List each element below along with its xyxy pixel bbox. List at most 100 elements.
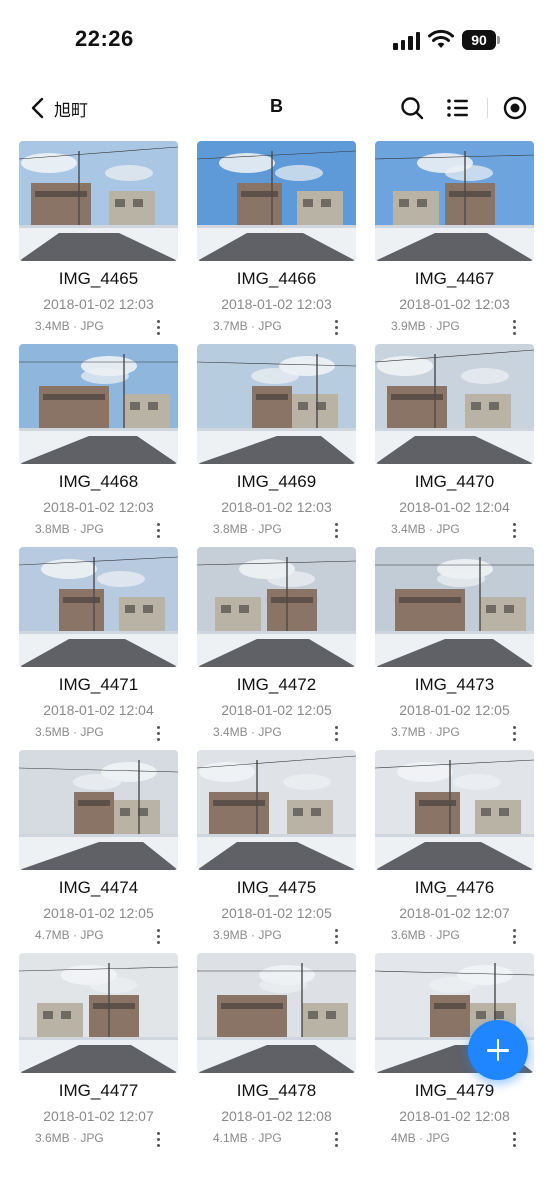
photo-item: IMG_4472 2018-01-02 12:05 3.4MB · JPG: [197, 547, 356, 750]
photo-name: IMG_4478: [236, 1081, 317, 1100]
list-view-button[interactable]: [444, 94, 472, 122]
search-icon: [401, 97, 424, 120]
photo-item: IMG_4471 2018-01-02 12:04 3.5MB · JPG: [19, 547, 178, 750]
photo-date: 2018-01-02 12:04: [43, 702, 154, 718]
photo-size: 3.4MB · JPG: [35, 319, 104, 333]
battery-icon: 90: [462, 30, 496, 50]
photo-date: 2018-01-02 12:04: [399, 499, 510, 515]
photo-date: 2018-01-02 12:05: [221, 905, 332, 921]
more-options-button[interactable]: [330, 521, 342, 539]
more-options-button[interactable]: [152, 724, 164, 742]
photo-meta-row: 3.4MB · JPG: [375, 521, 534, 539]
photo-thumbnail[interactable]: [375, 547, 534, 667]
photo-item: IMG_4477 2018-01-02 12:07 3.6MB · JPG: [19, 953, 178, 1156]
cellular-signal-icon: [393, 30, 420, 50]
photo-name: IMG_4474: [58, 878, 139, 897]
photo-size: 3.5MB · JPG: [35, 725, 104, 739]
photo-thumbnail[interactable]: [197, 547, 356, 667]
photo-thumbnail[interactable]: [197, 750, 356, 870]
photo-date: 2018-01-02 12:05: [399, 702, 510, 718]
chevron-left-icon: [31, 97, 44, 119]
photo-item: IMG_4467 2018-01-02 12:03 3.9MB · JPG: [375, 141, 534, 344]
back-button[interactable]: 旭町: [28, 94, 98, 122]
select-button[interactable]: [501, 94, 529, 122]
more-options-button[interactable]: [330, 318, 342, 336]
photo-date: 2018-01-02 12:03: [399, 296, 510, 312]
photo-item: IMG_4473 2018-01-02 12:05 3.7MB · JPG: [375, 547, 534, 750]
list-icon: [447, 99, 468, 117]
photo-name: IMG_4470: [414, 472, 495, 491]
photo-item: IMG_4475 2018-01-02 12:05 3.9MB · JPG: [197, 750, 356, 953]
photo-name: IMG_4469: [236, 472, 317, 491]
header-divider: [487, 98, 488, 118]
photo-thumbnail[interactable]: [197, 141, 356, 261]
photo-date: 2018-01-02 12:05: [43, 905, 154, 921]
photo-item: IMG_4478 2018-01-02 12:08 4.1MB · JPG: [197, 953, 356, 1156]
more-options-button[interactable]: [330, 927, 342, 945]
photo-date: 2018-01-02 12:03: [43, 499, 154, 515]
more-options-button[interactable]: [152, 318, 164, 336]
photo-meta-row: 3.8MB · JPG: [19, 521, 178, 539]
photo-name: IMG_4473: [414, 675, 495, 694]
photo-name: IMG_4476: [414, 878, 495, 897]
more-options-button[interactable]: [152, 927, 164, 945]
photo-grid: IMG_4465 2018-01-02 12:03 3.4MB · JPG IMG_4…: [19, 141, 534, 1156]
photo-meta-row: 3.7MB · JPG: [197, 318, 356, 336]
photo-name: IMG_4479: [414, 1081, 495, 1100]
photo-date: 2018-01-02 12:07: [43, 1108, 154, 1124]
photo-size: 4.1MB · JPG: [213, 1131, 282, 1145]
photo-size: 4MB · JPG: [391, 1131, 450, 1145]
photo-size: 3.9MB · JPG: [391, 319, 460, 333]
photo-thumbnail[interactable]: [375, 344, 534, 464]
photo-item: IMG_4469 2018-01-02 12:03 3.8MB · JPG: [197, 344, 356, 547]
battery-tip: [497, 36, 500, 44]
photo-item: IMG_4476 2018-01-02 12:07 3.6MB · JPG: [375, 750, 534, 953]
photo-meta-row: 3.4MB · JPG: [197, 724, 356, 742]
photo-date: 2018-01-02 12:03: [43, 296, 154, 312]
status-time: 22:26: [75, 26, 134, 51]
photo-name: IMG_4472: [236, 675, 317, 694]
more-options-button[interactable]: [330, 724, 342, 742]
photo-meta-row: 3.6MB · JPG: [375, 927, 534, 945]
photo-name: IMG_4475: [236, 878, 317, 897]
photo-thumbnail[interactable]: [197, 953, 356, 1073]
battery-level: 90: [471, 32, 487, 48]
more-options-button[interactable]: [152, 1130, 164, 1148]
more-options-button[interactable]: [508, 1130, 520, 1148]
photo-item: IMG_4468 2018-01-02 12:03 3.8MB · JPG: [19, 344, 178, 547]
photo-meta-row: 3.4MB · JPG: [19, 318, 178, 336]
photo-thumbnail[interactable]: [375, 750, 534, 870]
back-label: 旭町: [54, 100, 88, 120]
photo-thumbnail[interactable]: [19, 141, 178, 261]
photo-thumbnail[interactable]: [375, 141, 534, 261]
photo-size: 3.4MB · JPG: [391, 522, 460, 536]
photo-item: IMG_4474 2018-01-02 12:05 4.7MB · JPG: [19, 750, 178, 953]
photo-item: IMG_4470 2018-01-02 12:04 3.4MB · JPG: [375, 344, 534, 547]
wifi-icon: [428, 28, 454, 50]
photo-meta-row: 3.9MB · JPG: [375, 318, 534, 336]
more-options-button[interactable]: [508, 318, 520, 336]
photo-thumbnail[interactable]: [19, 344, 178, 464]
photo-size: 3.7MB · JPG: [391, 725, 460, 739]
more-options-button[interactable]: [330, 1130, 342, 1148]
photo-meta-row: 3.7MB · JPG: [375, 724, 534, 742]
photo-size: 3.4MB · JPG: [213, 725, 282, 739]
photo-date: 2018-01-02 12:08: [399, 1108, 510, 1124]
more-options-button[interactable]: [508, 521, 520, 539]
add-button[interactable]: [468, 1020, 528, 1080]
target-icon: [503, 96, 527, 120]
photo-thumbnail[interactable]: [19, 953, 178, 1073]
more-options-button[interactable]: [508, 927, 520, 945]
photo-date: 2018-01-02 12:03: [221, 296, 332, 312]
photo-thumbnail[interactable]: [197, 344, 356, 464]
photo-item: IMG_4466 2018-01-02 12:03 3.7MB · JPG: [197, 141, 356, 344]
photo-date: 2018-01-02 12:03: [221, 499, 332, 515]
photo-name: IMG_4465: [58, 269, 139, 288]
photo-thumbnail[interactable]: [19, 750, 178, 870]
more-options-button[interactable]: [152, 521, 164, 539]
photo-size: 3.6MB · JPG: [35, 1131, 104, 1145]
more-options-button[interactable]: [508, 724, 520, 742]
photo-thumbnail[interactable]: [19, 547, 178, 667]
search-button[interactable]: [398, 94, 426, 122]
photo-meta-row: 4.7MB · JPG: [19, 927, 178, 945]
